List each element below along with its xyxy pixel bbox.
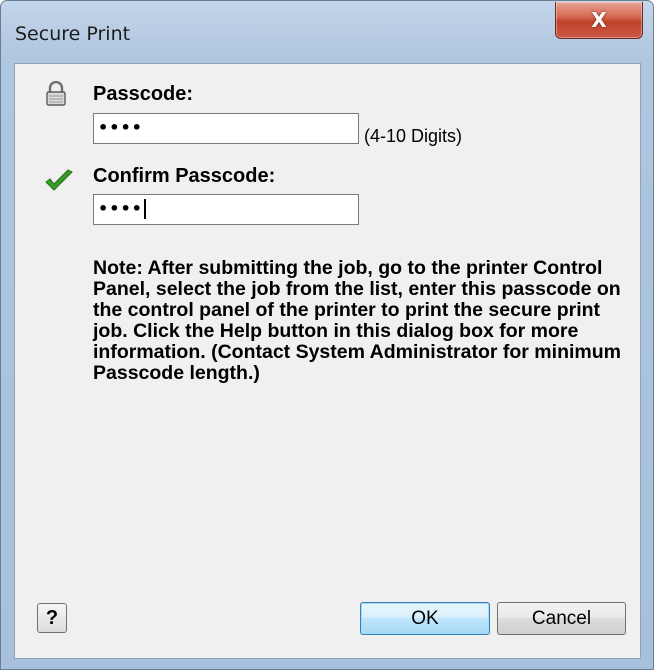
confirm-passcode-input[interactable]: •••• (93, 194, 359, 225)
passcode-label: Passcode: (93, 83, 194, 105)
help-icon: ? (45, 606, 59, 629)
text-caret (143, 199, 146, 219)
secure-print-dialog: Secure Print X Passcode: •••• (4-10 Digi… (0, 0, 654, 670)
passcode-value: •••• (98, 118, 143, 137)
dialog-body: Passcode: •••• (4-10 Digits) Confirm Pas… (14, 63, 641, 659)
lock-icon (46, 81, 66, 106)
ok-button[interactable]: OK (360, 602, 490, 635)
cancel-button[interactable]: Cancel (497, 602, 626, 635)
close-icon: X (591, 8, 607, 32)
checkmark-icon (45, 169, 73, 191)
close-button[interactable]: X (555, 2, 643, 39)
note-text: Note: After submitting the job, go to th… (93, 257, 621, 384)
passcode-input[interactable]: •••• (93, 113, 359, 144)
title-bar[interactable]: Secure Print X (1, 1, 653, 63)
confirm-passcode-label: Confirm Passcode: (93, 165, 276, 187)
confirm-passcode-value: •••• (98, 199, 143, 218)
window-title: Secure Print (15, 23, 131, 45)
help-button[interactable]: ? (37, 603, 67, 633)
passcode-hint: (4-10 Digits) (364, 126, 463, 146)
